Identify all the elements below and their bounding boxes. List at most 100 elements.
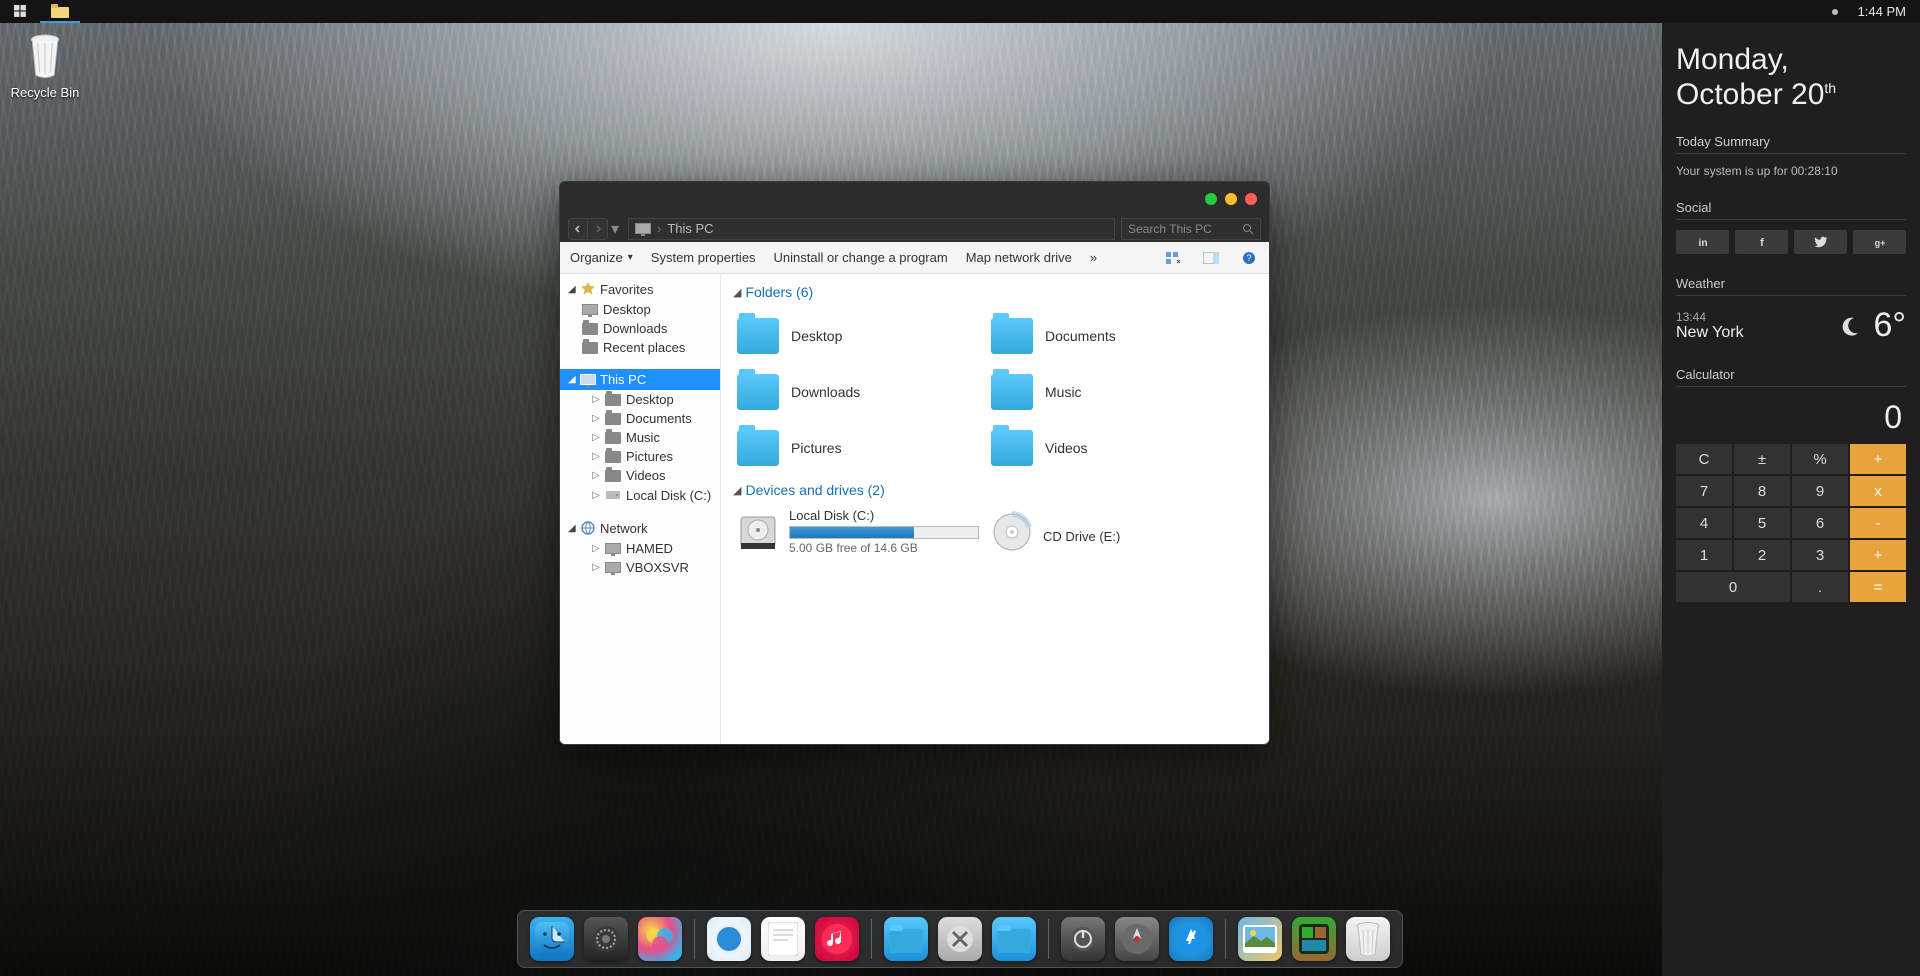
calc-key-5[interactable]: 5 [1734, 508, 1790, 538]
view-options-button[interactable] [1163, 248, 1183, 268]
nav-net-vboxsvr[interactable]: ▷VBOXSVR [560, 558, 720, 577]
calc-key-3[interactable]: 3 [1792, 540, 1848, 570]
desktop: 1:44 PM Recycle Bin ▾ › This PC Sea [0, 0, 1920, 976]
calc-key-8[interactable]: 8 [1734, 476, 1790, 506]
help-button[interactable]: ? [1239, 248, 1259, 268]
folders-section-header[interactable]: ◢Folders (6) [733, 284, 1257, 300]
map-network-drive-button[interactable]: Map network drive [966, 250, 1072, 265]
nav-this-pc[interactable]: ◢This PC [560, 369, 720, 390]
folder-desktop[interactable]: Desktop [733, 308, 987, 364]
preview-pane-button[interactable] [1201, 248, 1221, 268]
search-input[interactable]: Search This PC [1121, 218, 1261, 240]
dock-settings[interactable] [584, 917, 628, 961]
panel-weather-header: Weather [1676, 276, 1906, 296]
calc-key-.[interactable]: . [1792, 572, 1848, 602]
calc-key-1[interactable]: 1 [1676, 540, 1732, 570]
organize-menu[interactable]: Organize▾ [570, 250, 633, 265]
dock-appstore[interactable] [1169, 917, 1213, 961]
address-bar-row: ▾ › This PC Search This PC [560, 215, 1269, 242]
nav-forward-button[interactable] [588, 218, 608, 240]
taskbar-explorer-icon[interactable] [40, 0, 80, 23]
dock-music-folder[interactable] [992, 917, 1036, 961]
calc-key-%[interactable]: % [1792, 444, 1848, 474]
recycle-bin-label: Recycle Bin [10, 85, 80, 100]
dock-finder[interactable] [530, 917, 574, 961]
traffic-light-maximize[interactable] [1225, 193, 1237, 205]
nav-network[interactable]: ◢Network [560, 517, 720, 539]
dock-power[interactable] [1061, 917, 1105, 961]
calc-key-C[interactable]: C [1676, 444, 1732, 474]
uninstall-program-button[interactable]: Uninstall or change a program [774, 250, 948, 265]
nav-pc-music[interactable]: ▷Music [560, 428, 720, 447]
panel-summary-header: Today Summary [1676, 134, 1906, 154]
dock-downloads-folder[interactable] [884, 917, 928, 961]
dock-trash[interactable] [1346, 917, 1390, 961]
system-properties-button[interactable]: System properties [651, 250, 756, 265]
calc-key-2[interactable]: 2 [1734, 540, 1790, 570]
calc-key-±[interactable]: ± [1734, 444, 1790, 474]
calc-key-9[interactable]: 9 [1792, 476, 1848, 506]
nav-back-button[interactable] [568, 218, 588, 240]
this-pc-icon [635, 223, 651, 234]
calc-key-6[interactable]: 6 [1792, 508, 1848, 538]
traffic-light-close[interactable] [1245, 193, 1257, 205]
calc-display: 0 [1676, 393, 1906, 444]
calc-key-+[interactable]: + [1850, 444, 1906, 474]
folder-videos[interactable]: Videos [987, 420, 1241, 476]
dock-safari[interactable] [707, 917, 751, 961]
start-button[interactable] [0, 0, 40, 23]
folder-pictures[interactable]: Pictures [733, 420, 987, 476]
dock-photo[interactable] [1238, 917, 1282, 961]
search-icon [1242, 223, 1254, 235]
navigation-pane: ◢Favorites Desktop Downloads Recent plac… [560, 274, 721, 744]
nav-fav-desktop[interactable]: Desktop [560, 300, 720, 319]
traffic-light-minimize[interactable] [1205, 193, 1217, 205]
calc-key-7[interactable]: 7 [1676, 476, 1732, 506]
dock-utilities[interactable] [938, 917, 982, 961]
more-commands-button[interactable]: » [1090, 250, 1097, 265]
dock-taskmgr[interactable] [1292, 917, 1336, 961]
dock-launchpad[interactable] [1115, 917, 1159, 961]
panel-date: Monday,October 20th [1676, 43, 1906, 112]
social-facebook-button[interactable]: f [1735, 230, 1788, 254]
social-twitter-button[interactable] [1794, 230, 1847, 254]
svg-text:?: ? [1246, 253, 1251, 263]
svg-text:f: f [1760, 237, 1764, 249]
dock-separator [694, 919, 695, 959]
nav-net-hamed[interactable]: ▷HAMED [560, 539, 720, 558]
nav-pc-localdisk[interactable]: ▷Local Disk (C:) [560, 485, 720, 505]
drive-cd-e[interactable]: CD Drive (E:) [987, 506, 1241, 557]
nav-pc-videos[interactable]: ▷Videos [560, 466, 720, 485]
folder-downloads[interactable]: Downloads [733, 364, 987, 420]
calc-key--[interactable]: - [1850, 508, 1906, 538]
taskbar: 1:44 PM [0, 0, 1920, 23]
weather-row[interactable]: 13:44 New York 6° [1676, 306, 1906, 345]
folder-documents[interactable]: Documents [987, 308, 1241, 364]
calc-key-4[interactable]: 4 [1676, 508, 1732, 538]
calc-key-x[interactable]: x [1850, 476, 1906, 506]
nav-history-dropdown[interactable]: ▾ [608, 219, 622, 239]
recycle-bin[interactable]: Recycle Bin [10, 34, 80, 100]
dock-itunes[interactable] [815, 917, 859, 961]
address-bar[interactable]: › This PC [628, 218, 1115, 240]
nav-pc-desktop[interactable]: ▷Desktop [560, 390, 720, 409]
social-gplus-button[interactable]: g+ [1853, 230, 1906, 254]
titlebar[interactable] [560, 182, 1269, 215]
nav-pc-documents[interactable]: ▷Documents [560, 409, 720, 428]
taskbar-clock[interactable]: 1:44 PM [1858, 4, 1906, 19]
dock-textedit[interactable] [761, 917, 805, 961]
nav-pc-pictures[interactable]: ▷Pictures [560, 447, 720, 466]
drive-local-disk-c[interactable]: Local Disk (C:) 5.00 GB free of 14.6 GB [733, 506, 987, 557]
nav-favorites[interactable]: ◢Favorites [560, 278, 720, 300]
folder-music[interactable]: Music [987, 364, 1241, 420]
tray-indicator-icon[interactable] [1832, 9, 1838, 15]
dock-game-center[interactable] [638, 917, 682, 961]
calc-key-0[interactable]: 0 [1676, 572, 1790, 602]
drives-section-header[interactable]: ◢Devices and drives (2) [733, 482, 1257, 498]
social-linkedin-button[interactable]: in [1676, 230, 1729, 254]
nav-fav-downloads[interactable]: Downloads [560, 319, 720, 338]
calc-key-=[interactable]: = [1850, 572, 1906, 602]
dock-separator [1225, 919, 1226, 959]
calc-key-+[interactable]: + [1850, 540, 1906, 570]
nav-fav-recent[interactable]: Recent places [560, 338, 720, 357]
